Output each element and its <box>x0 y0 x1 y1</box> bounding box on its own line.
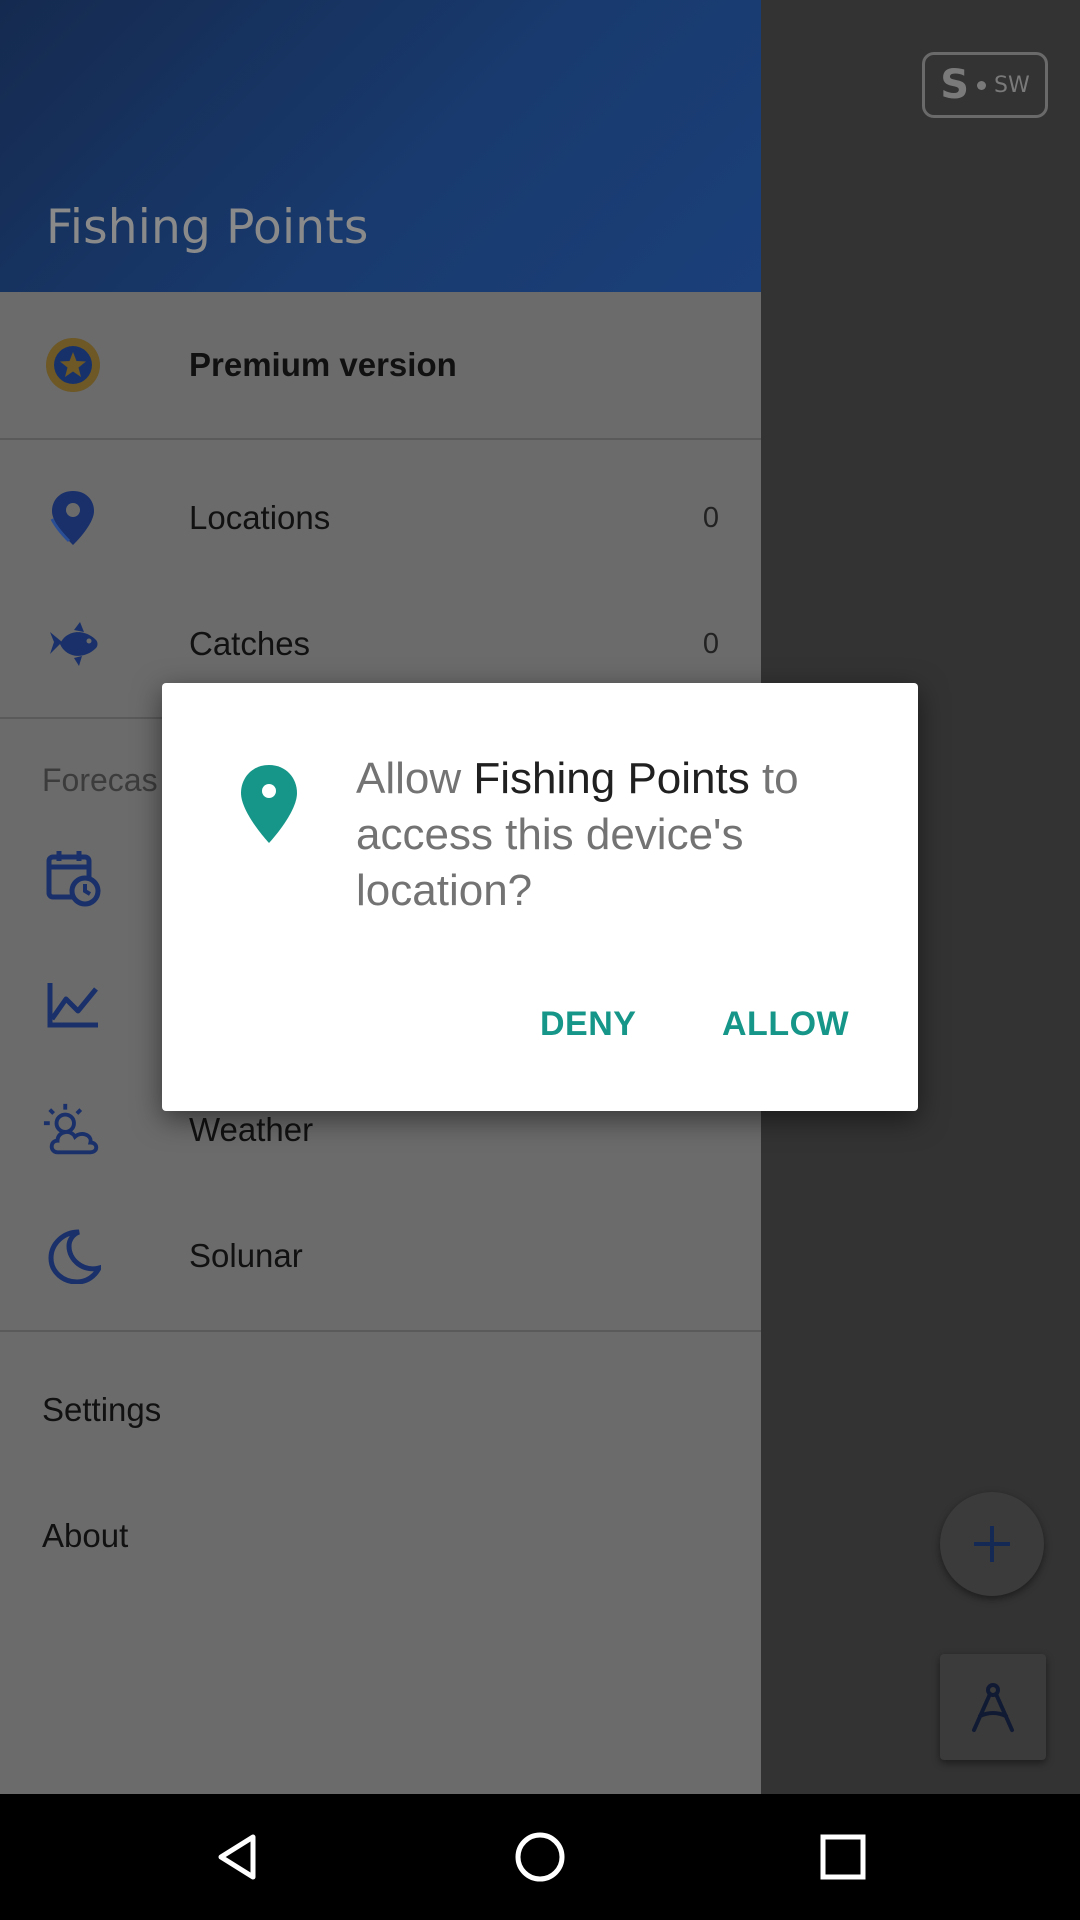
divider <box>0 1330 761 1332</box>
drawer-header: Fishing Points <box>0 0 761 292</box>
recents-icon <box>820 1834 866 1880</box>
location-pin-icon <box>241 765 297 843</box>
app-title: Fishing Points <box>46 200 369 255</box>
drawer-item-label: Solunar <box>189 1237 303 1274</box>
drawer-item-label: Weather <box>189 1111 314 1148</box>
drawer-item-settings[interactable]: Settings <box>42 1391 161 1429</box>
app-logo: S SW <box>922 52 1048 118</box>
divider <box>0 438 761 440</box>
calendar-clock-icon <box>42 847 104 909</box>
back-icon <box>218 1834 256 1880</box>
back-button[interactable] <box>177 1794 297 1920</box>
drawer-item-solunar[interactable]: Solunar <box>0 1206 761 1306</box>
plus-icon <box>974 1526 1010 1562</box>
recents-button[interactable] <box>783 1794 903 1920</box>
logo-letter: S <box>940 62 970 108</box>
deny-button[interactable]: DENY <box>540 1005 636 1044</box>
logo-text: SW <box>994 72 1030 98</box>
home-icon <box>515 1832 565 1882</box>
locations-count: 0 <box>702 501 719 534</box>
add-button[interactable] <box>940 1492 1044 1596</box>
navigation-bar <box>0 1794 1080 1920</box>
moon-icon <box>42 1225 104 1287</box>
drawer-item-premium[interactable]: Premium version <box>0 315 761 415</box>
drawer-item-label: Catches <box>189 625 311 662</box>
location-pin-icon <box>42 487 104 549</box>
drawer-item-label: Premium version <box>189 346 457 383</box>
message-app-name: Fishing Points <box>473 754 750 803</box>
logo-dot <box>977 80 987 90</box>
catches-count: 0 <box>702 627 719 660</box>
drawer-item-about[interactable]: About <box>42 1517 128 1555</box>
drawer-item-locations[interactable]: Locations 0 <box>0 468 761 568</box>
location-permission-dialog: Allow Fishing Points to access this devi… <box>162 683 918 1111</box>
compass-icon <box>972 1683 1014 1732</box>
home-button[interactable] <box>480 1794 600 1920</box>
compass-button[interactable] <box>940 1654 1046 1760</box>
allow-button[interactable]: ALLOW <box>722 1005 849 1044</box>
weather-icon <box>42 1099 104 1161</box>
dialog-message: Allow Fishing Points to access this devi… <box>356 751 876 919</box>
message-prefix: Allow <box>356 754 474 803</box>
forecast-section-header: Forecas <box>42 762 158 798</box>
drawer-item-label: Locations <box>189 499 331 536</box>
fish-icon <box>42 613 104 675</box>
chart-icon <box>42 974 104 1036</box>
drawer-item-catches[interactable]: Catches 0 <box>0 594 761 694</box>
star-icon <box>42 334 104 396</box>
